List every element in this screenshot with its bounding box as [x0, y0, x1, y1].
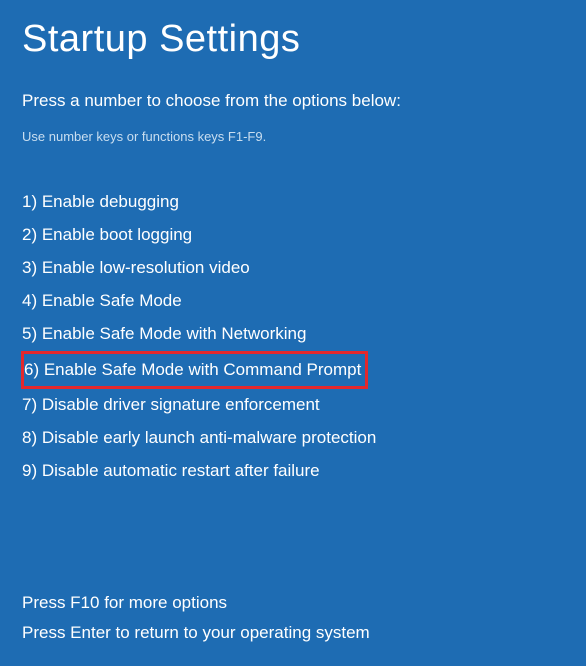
option-3-low-res-video[interactable]: 3) Enable low-resolution video	[22, 252, 250, 284]
more-options-text: Press F10 for more options	[22, 588, 564, 618]
option-8-anti-malware[interactable]: 8) Disable early launch anti-malware pro…	[22, 422, 376, 454]
option-6-safe-mode-cmd[interactable]: 6) Enable Safe Mode with Command Prompt	[21, 351, 368, 389]
options-list: 1) Enable debugging 2) Enable boot loggi…	[22, 186, 564, 488]
sub-instruction-text: Use number keys or functions keys F1-F9.	[22, 129, 564, 144]
return-text: Press Enter to return to your operating …	[22, 618, 564, 648]
instruction-text: Press a number to choose from the option…	[22, 91, 564, 111]
startup-settings-screen: Startup Settings Press a number to choos…	[0, 0, 586, 666]
option-7-driver-signature[interactable]: 7) Disable driver signature enforcement	[22, 389, 320, 421]
option-9-auto-restart[interactable]: 9) Disable automatic restart after failu…	[22, 455, 320, 487]
option-1-debugging[interactable]: 1) Enable debugging	[22, 186, 179, 218]
page-title: Startup Settings	[22, 18, 564, 61]
option-2-boot-logging[interactable]: 2) Enable boot logging	[22, 219, 192, 251]
footer-section: Press F10 for more options Press Enter t…	[22, 588, 564, 648]
option-4-safe-mode[interactable]: 4) Enable Safe Mode	[22, 285, 182, 317]
option-5-safe-mode-networking[interactable]: 5) Enable Safe Mode with Networking	[22, 318, 306, 350]
